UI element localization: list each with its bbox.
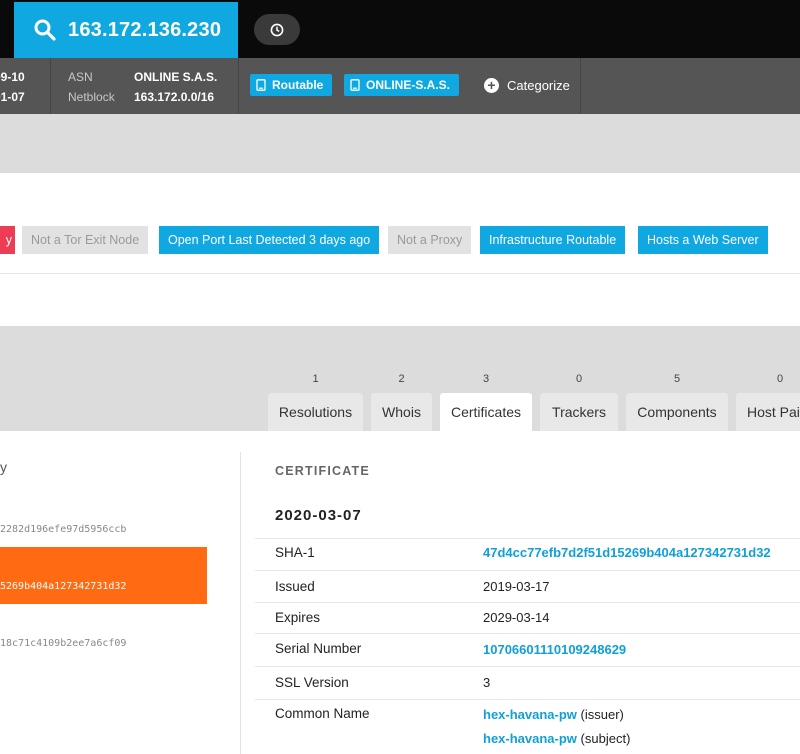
list-header: y <box>0 459 7 475</box>
divider <box>0 273 800 274</box>
tab-label: Resolutions <box>278 404 353 420</box>
document-icon <box>350 79 360 91</box>
status-pills: y Not a Tor Exit Node Open Port Last Det… <box>0 226 800 254</box>
netblock-value: 163.172.0.0/16 <box>134 90 215 104</box>
tab-count-certificates: 3 <box>482 373 490 385</box>
tab-label: Whois <box>382 404 421 420</box>
plus-icon: + <box>484 77 499 93</box>
pill-label: Not a Tor Exit Node <box>31 233 140 247</box>
hash-label: 5269b404a127342731d32 <box>0 581 127 592</box>
document-icon <box>256 79 266 91</box>
status-pill-web-server[interactable]: Hosts a Web Server <box>638 226 768 254</box>
divider <box>50 58 51 114</box>
serial-link[interactable]: 10706601110109248629 <box>483 642 626 657</box>
sha1-label: SHA-1 <box>275 545 315 560</box>
tab-count-trackers: 0 <box>575 373 583 385</box>
meta-values: ONLINE S.A.S. 163.172.0.0/16 <box>134 67 217 107</box>
panel-divider <box>240 452 241 754</box>
categorize-button[interactable]: + Categorize <box>484 74 570 96</box>
status-pill-routable[interactable]: Infrastructure Routable <box>480 226 626 254</box>
certificate-list-item[interactable]: 2282d196efe97d5956ccb <box>0 524 126 535</box>
tab-count-host-pairs: 0 <box>776 373 784 385</box>
issued-value: 2019-03-17 <box>483 579 550 594</box>
tab-certificates[interactable]: Certificates <box>440 393 532 431</box>
search-box[interactable]: 163.172.136.230 <box>14 2 238 58</box>
tab-label: Certificates <box>450 404 522 420</box>
common-name-label: Common Name <box>275 706 370 721</box>
asn-label: ASN <box>68 70 93 84</box>
summary-band <box>0 114 800 173</box>
history-button[interactable] <box>254 14 300 45</box>
pill-label: Hosts a Web Server <box>647 233 759 247</box>
tab-label: Components <box>637 404 717 420</box>
serial-label: Serial Number <box>275 641 362 656</box>
expires-label: Expires <box>275 610 321 625</box>
divider <box>238 58 239 114</box>
common-name-issuer: hex-havana-pw (issuer) <box>483 707 624 722</box>
pill-label: Not a Proxy <box>397 233 463 247</box>
tab-trackers[interactable]: Trackers <box>540 393 618 431</box>
issuer-role: (issuer) <box>580 707 624 722</box>
pill-label: Infrastructure Routable <box>489 233 617 247</box>
tab-count-resolutions: 1 <box>312 373 319 385</box>
netblock-label: Netblock <box>68 90 115 104</box>
divider <box>255 699 800 700</box>
tab-resolutions[interactable]: Resolutions <box>268 393 363 431</box>
meta-labels: ASN Netblock <box>68 67 115 107</box>
tab-components[interactable]: Components <box>626 393 728 431</box>
divider <box>255 602 800 603</box>
expires-value: 2029-03-14 <box>483 610 550 625</box>
status-pill-open-port[interactable]: Open Port Last Detected 3 days ago <box>159 226 380 254</box>
status-pill-tor[interactable]: Not a Tor Exit Node <box>22 226 149 254</box>
issuer-link[interactable]: hex-havana-pw <box>483 707 577 722</box>
subject-role: (subject) <box>580 731 631 746</box>
top-bar: 163.172.136.230 <box>0 0 800 58</box>
divider <box>580 58 581 114</box>
issued-label: Issued <box>275 579 315 594</box>
last-seen-date: -01-07 <box>0 90 25 104</box>
certificate-list-item[interactable]: 18c71c4109b2ee7a6cf09 <box>0 638 126 649</box>
tab-count-components: 5 <box>673 373 681 385</box>
tag-asn[interactable]: ONLINE-S.A.S. <box>344 74 460 96</box>
sha1-link[interactable]: 47d4cc77efb7d2f51d15269b404a127342731d32 <box>483 545 771 560</box>
status-pill-alert[interactable]: y <box>0 226 15 254</box>
certificate-heading: CERTIFICATE <box>275 464 370 478</box>
categorize-label: Categorize <box>507 77 570 93</box>
certificate-date: 2020-03-07 <box>275 507 362 524</box>
certificate-list-item-selected[interactable]: 5269b404a127342731d32 <box>0 547 207 604</box>
tab-whois[interactable]: Whois <box>371 393 432 431</box>
clock-icon <box>270 23 284 36</box>
divider <box>255 666 800 667</box>
tab-count-whois: 2 <box>398 373 405 385</box>
common-name-subject: hex-havana-pw (subject) <box>483 731 630 746</box>
search-icon <box>34 19 56 41</box>
serial-value: 10706601110109248629 <box>483 642 626 657</box>
divider <box>255 570 800 571</box>
tag-label: Routable <box>272 78 324 92</box>
tab-host-pairs[interactable]: Host Pairs <box>736 393 800 431</box>
divider <box>255 538 800 539</box>
status-pill-proxy[interactable]: Not a Proxy <box>388 226 472 254</box>
ssl-version-value: 3 <box>483 675 491 690</box>
subject-link[interactable]: hex-havana-pw <box>483 731 577 746</box>
sha1-value: 47d4cc77efb7d2f51d15269b404a127342731d32 <box>483 545 771 560</box>
pill-label: Open Port Last Detected 3 days ago <box>168 233 371 247</box>
tab-label: Host Pairs <box>747 404 800 420</box>
search-ip-value[interactable]: 163.172.136.230 <box>68 19 221 42</box>
ssl-version-label: SSL Version <box>275 675 349 690</box>
date-range: -09-10 -01-07 <box>0 67 25 107</box>
first-seen-date: -09-10 <box>0 70 25 84</box>
divider <box>255 633 800 634</box>
asn-value: ONLINE S.A.S. <box>134 70 218 84</box>
tab-label: Trackers <box>552 404 606 420</box>
pill-label: y <box>5 233 12 247</box>
tag-routable[interactable]: Routable <box>250 74 333 96</box>
tag-label: ONLINE-S.A.S. <box>366 78 451 92</box>
